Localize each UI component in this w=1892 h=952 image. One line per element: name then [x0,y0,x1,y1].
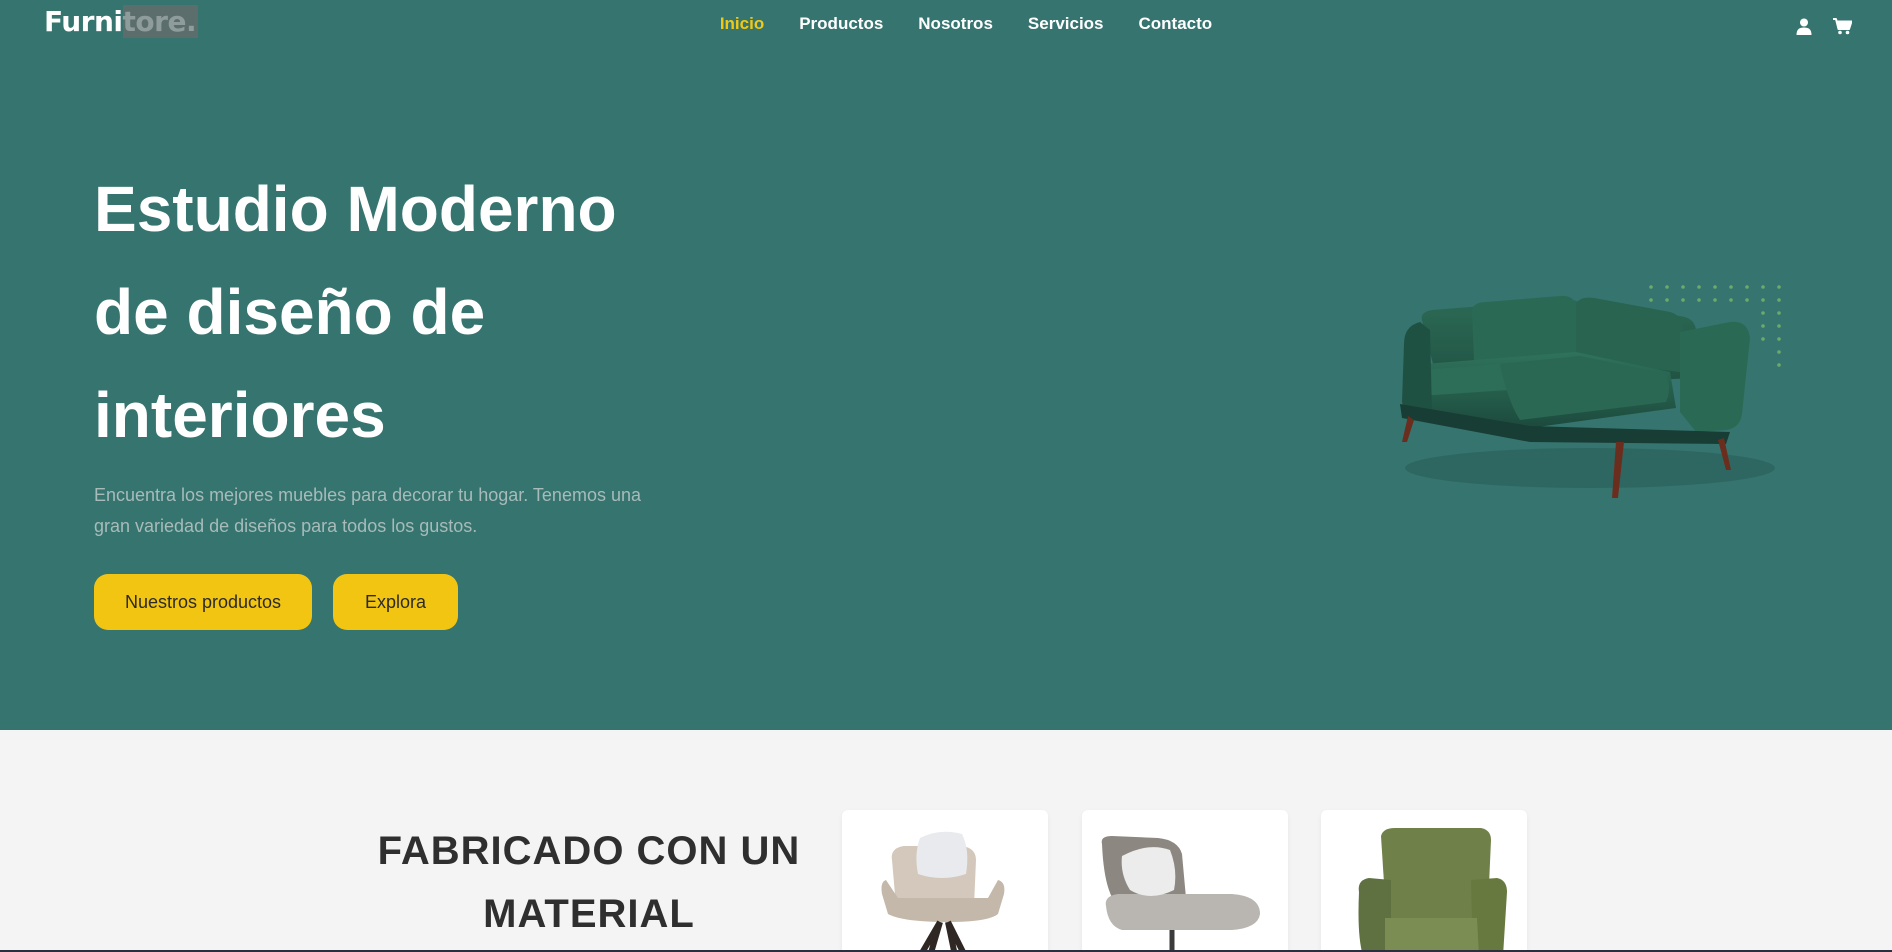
materials-section-title: FABRICADO CON UN MATERIAL [360,820,818,946]
hero-title-line1: Estudio Moderno [94,173,617,245]
cart-icon[interactable] [1832,16,1852,36]
hero-description-line1: Encuentra los mejores muebles para decor… [94,485,641,505]
explore-button[interactable]: Explora [333,574,458,630]
nav-link-servicios[interactable]: Servicios [1028,14,1104,34]
nav-link-inicio[interactable]: Inicio [720,14,764,34]
hero-title: Estudio Moderno de diseño de interiores [94,158,714,467]
materials-title-line2: MATERIAL [483,892,695,936]
hero-section: Furnitore. Inicio Productos Nosotros Ser… [0,0,1892,730]
materials-title-line1: FABRICADO CON UN [377,829,801,873]
hero-description-line2: gran variedad de diseños para todos los … [94,516,478,536]
materials-section: FABRICADO CON UN MATERIAL [0,730,1892,952]
hero-title-line3: interiores [94,379,386,451]
nav-link-nosotros[interactable]: Nosotros [918,14,993,34]
user-icon[interactable] [1794,16,1814,36]
hero-description: Encuentra los mejores muebles para decor… [94,480,714,542]
green-chair-image [1358,828,1507,952]
navbar: Furnitore. Inicio Productos Nosotros Ser… [0,0,1892,52]
nav-icons [1794,16,1852,36]
beige-chair-image [881,831,1005,952]
product-card-green-chair[interactable] [1321,810,1527,952]
sofa-image [1400,295,1775,498]
hero-title-line2: de diseño de [94,276,486,348]
main-nav: Inicio Productos Nosotros Servicios Cont… [0,14,1892,34]
nav-link-productos[interactable]: Productos [799,14,883,34]
our-products-button[interactable]: Nuestros productos [94,574,312,630]
nav-link-contacto[interactable]: Contacto [1139,14,1213,34]
grey-lounge-chair-image [1101,836,1260,952]
product-card-grey-lounge-chair[interactable] [1082,810,1288,952]
product-card-beige-chair[interactable] [842,810,1048,952]
